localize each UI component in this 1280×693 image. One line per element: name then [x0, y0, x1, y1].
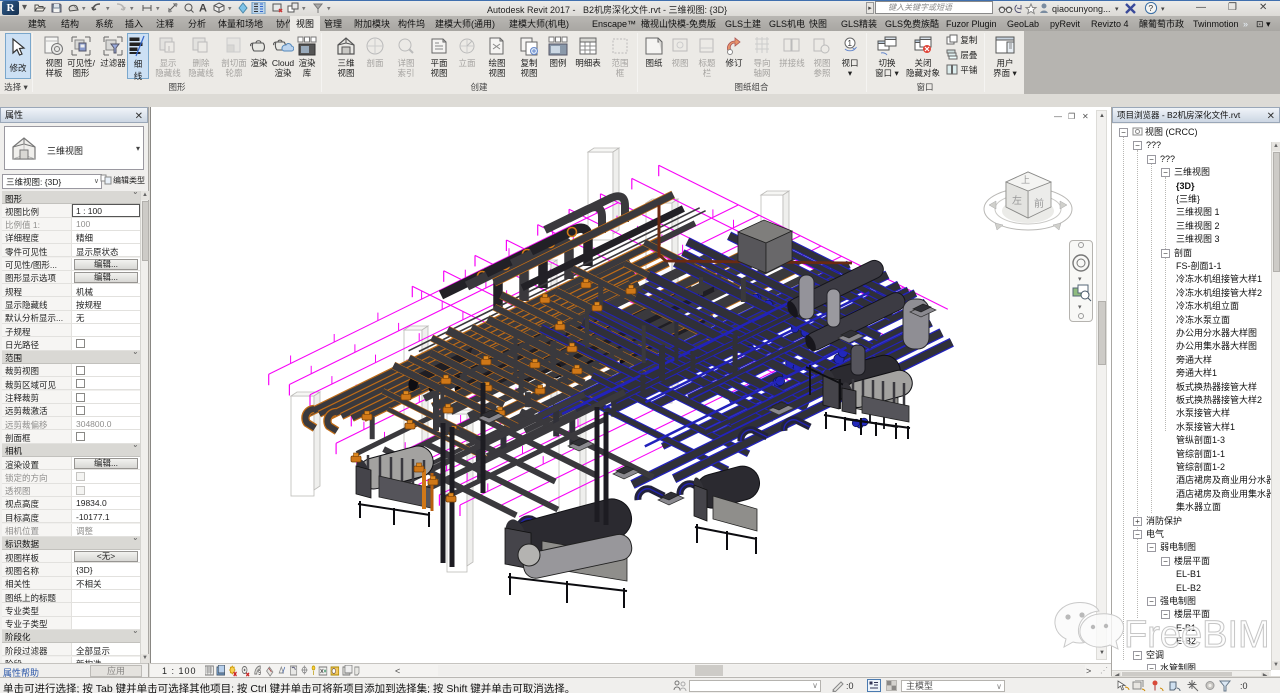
svg-text:?: ?	[1148, 3, 1153, 13]
svg-text:▾: ▾	[228, 6, 232, 13]
svg-text:▾: ▾	[1078, 304, 1082, 311]
svg-text:1: 1	[848, 39, 853, 48]
svg-text:FreeBIM: FreeBIM	[1124, 614, 1267, 656]
svg-text:上: 上	[1021, 175, 1030, 185]
svg-text:▾: ▾	[1161, 6, 1165, 13]
svg-text:▾: ▾	[302, 6, 306, 13]
svg-text:9: 9	[258, 670, 261, 677]
svg-text:前: 前	[1034, 197, 1044, 210]
svg-text:qiaocunyong...: qiaocunyong...	[1052, 4, 1111, 14]
svg-text:A: A	[199, 3, 207, 15]
svg-text:▾: ▾	[130, 6, 134, 13]
svg-text:▾: ▾	[106, 6, 110, 13]
svg-text:左: 左	[1012, 194, 1022, 207]
svg-text:▾: ▾	[156, 6, 160, 13]
svg-text:▾: ▾	[82, 6, 86, 13]
svg-text:▾: ▾	[1078, 276, 1082, 283]
svg-text:▾: ▾	[1115, 6, 1119, 13]
svg-text:▾: ▾	[327, 6, 331, 13]
